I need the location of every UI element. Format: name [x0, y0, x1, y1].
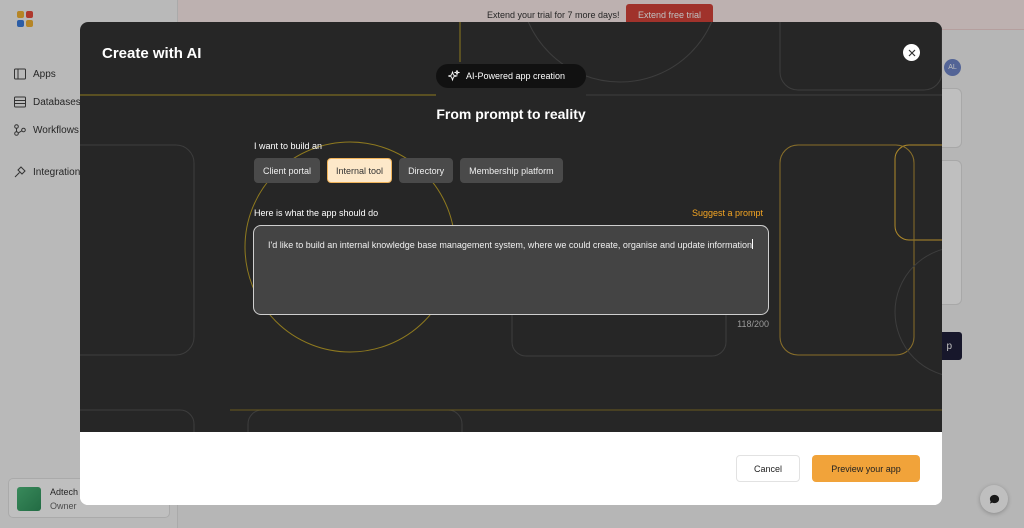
- option-directory[interactable]: Directory: [399, 158, 454, 183]
- dialog-title: Create with AI: [102, 45, 202, 62]
- prompt-textarea[interactable]: I'd like to build an internal knowledge …: [253, 225, 769, 315]
- close-button[interactable]: [903, 44, 920, 61]
- build-type-label: I want to build an: [254, 141, 323, 151]
- description-label: Here is what the app should do: [254, 208, 379, 218]
- dialog-hero: Create with AI AI-Powered app creation F…: [80, 22, 942, 432]
- ai-powered-badge: AI-Powered app creation: [436, 64, 586, 88]
- close-icon: [908, 49, 915, 56]
- option-client-portal[interactable]: Client portal: [254, 158, 321, 183]
- preview-app-button[interactable]: Preview your app: [812, 455, 920, 482]
- suggest-prompt-link[interactable]: Suggest a prompt: [692, 208, 763, 218]
- prompt-text: I'd like to build an internal knowledge …: [268, 240, 753, 250]
- build-type-options: Client portal Internal tool Directory Me…: [254, 158, 563, 183]
- hero-heading: From prompt to reality: [436, 106, 586, 122]
- dialog-footer: Cancel Preview your app: [80, 432, 942, 505]
- create-with-ai-dialog: Create with AI AI-Powered app creation F…: [80, 22, 942, 505]
- text-cursor: [752, 239, 754, 249]
- character-counter: 118/200: [737, 319, 769, 329]
- sparkle-icon: [448, 70, 460, 82]
- cancel-button[interactable]: Cancel: [736, 455, 800, 482]
- option-internal-tool[interactable]: Internal tool: [327, 158, 393, 183]
- ai-badge-label: AI-Powered app creation: [466, 71, 566, 81]
- option-membership-platform[interactable]: Membership platform: [460, 158, 563, 183]
